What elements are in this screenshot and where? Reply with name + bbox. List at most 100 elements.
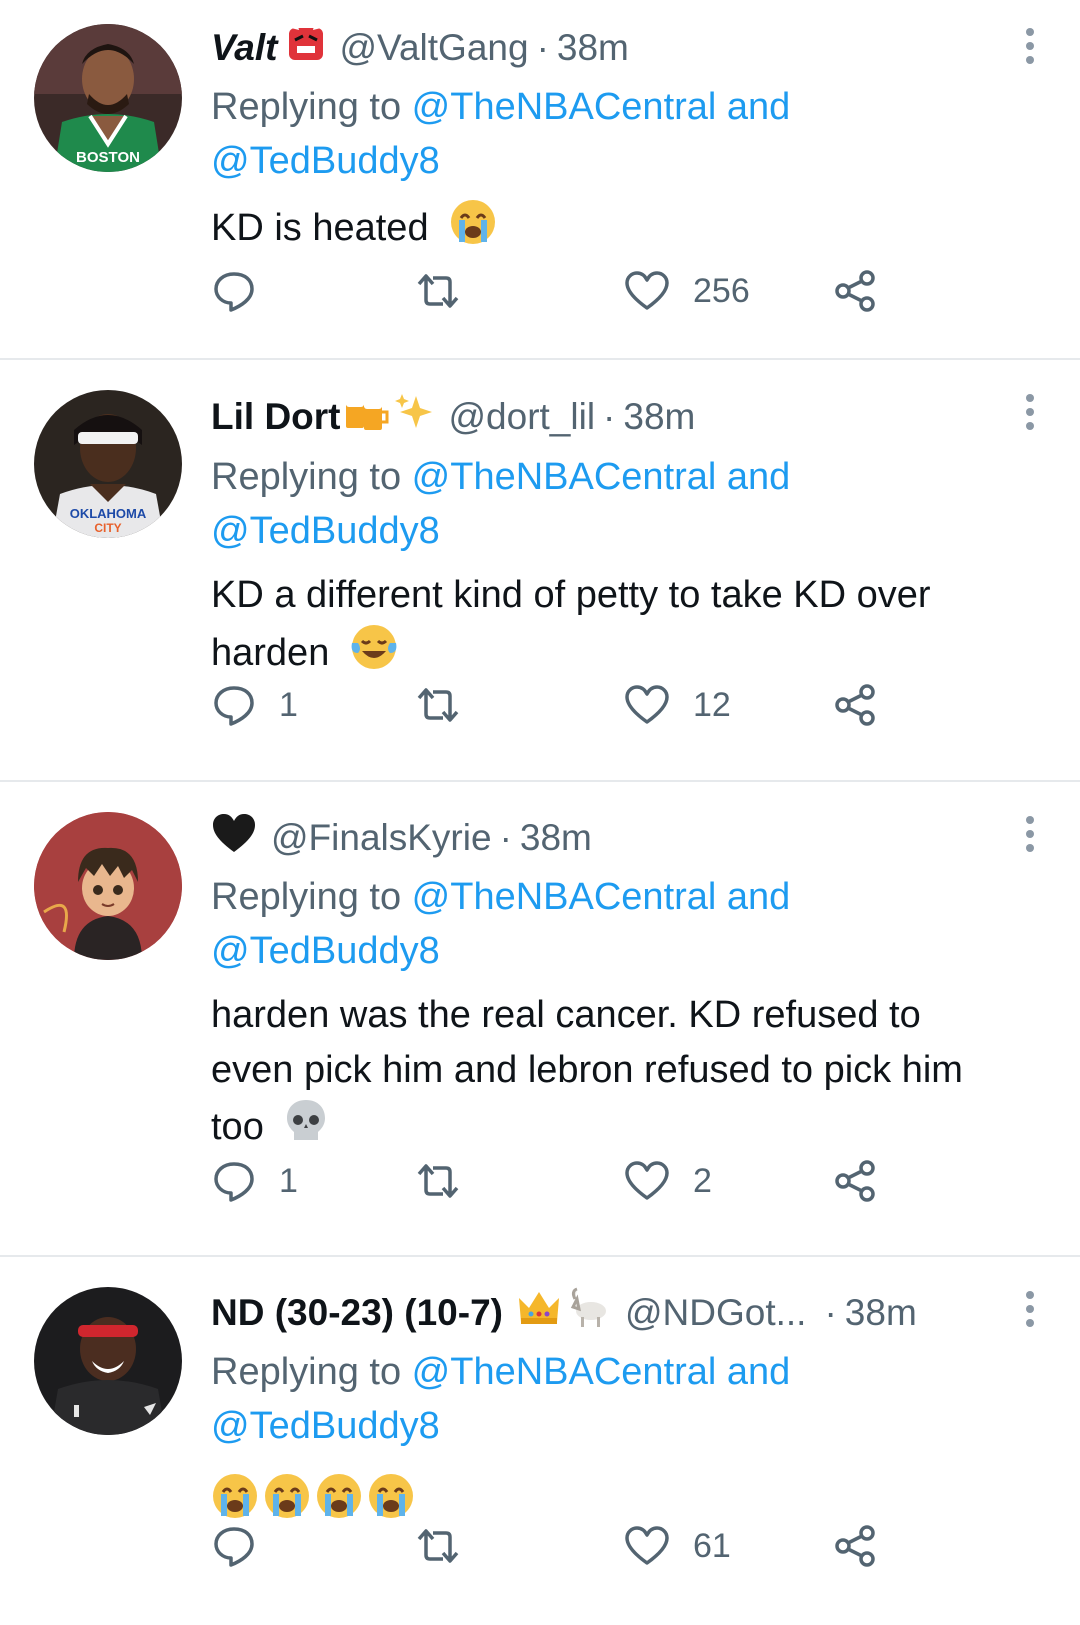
svg-text:CITY: CITY [94, 521, 121, 535]
tweet-text-line: harden [211, 632, 330, 675]
share-button[interactable] [833, 268, 879, 314]
retweet-button[interactable] [413, 1523, 463, 1569]
like-button[interactable]: 256 [623, 268, 750, 314]
tweet-text [211, 1467, 990, 1522]
replying-to-label: Replying to [211, 1351, 412, 1393]
retweet-button[interactable] [413, 268, 463, 314]
avatar[interactable] [34, 812, 182, 960]
reply-icon [214, 686, 254, 726]
more-options-icon[interactable] [1026, 1291, 1036, 1333]
like-button[interactable]: 2 [623, 1158, 712, 1204]
more-options-icon[interactable] [1026, 816, 1036, 858]
like-count: 12 [693, 685, 731, 724]
crying-face-emoji-icon [369, 1473, 413, 1518]
avatar[interactable] [34, 1287, 182, 1435]
reply-mention[interactable]: @TheNBACentral and [412, 456, 791, 498]
timestamp[interactable]: 38m [845, 1291, 917, 1335]
replying-to: Replying to @TheNBACentral and @TedBuddy… [211, 450, 1040, 558]
retweet-icon [417, 1529, 459, 1563]
goat-emoji-icon [567, 1287, 611, 1339]
svg-text:BOSTON: BOSTON [76, 149, 140, 166]
tweet[interactable]: BOSTON Valt @ValtGang · 38m Replying to … [0, 0, 1080, 360]
tweet-text: KD a different kind of petty to take KD … [211, 568, 1040, 687]
reply-button[interactable]: 1 [211, 682, 298, 728]
reply-count: 1 [279, 685, 298, 724]
separator-dot: · [824, 1292, 837, 1333]
goblin-emoji-icon [287, 22, 325, 74]
like-icon [625, 1161, 669, 1200]
reply-mention[interactable]: @TheNBACentral and [412, 876, 791, 918]
user-handle[interactable]: @dort_lil [448, 395, 595, 439]
timestamp[interactable]: 38m [557, 26, 629, 70]
black-heart-emoji-icon [211, 812, 257, 864]
separator-dot: · [603, 396, 616, 437]
like-icon [625, 1526, 669, 1565]
tweet-text: harden was the real cancer. KD refused t… [211, 988, 1040, 1160]
retweet-icon [417, 1164, 459, 1198]
reply-mention[interactable]: @TedBuddy8 [211, 510, 440, 552]
tweet-text-line: even pick him and lebron refused to pick… [211, 1049, 963, 1091]
separator-dot: · [536, 27, 549, 68]
retweet-icon [417, 688, 459, 722]
reply-mention[interactable]: @TedBuddy8 [211, 140, 440, 182]
like-button[interactable]: 12 [623, 682, 731, 728]
crying-face-emoji-icon [265, 1473, 309, 1518]
replying-to-label: Replying to [211, 86, 412, 128]
replying-to: Replying to @TheNBACentral and @TedBuddy… [211, 1345, 990, 1453]
tweet[interactable]: @FinalsKyrie · 38m Replying to @TheNBACe… [0, 782, 1080, 1257]
reply-mention[interactable]: @TedBuddy8 [211, 930, 440, 972]
share-icon [835, 684, 875, 726]
display-name[interactable]: ND (30-23) (10-7) [211, 1291, 503, 1335]
timestamp[interactable]: 38m [520, 816, 592, 860]
retweet-button[interactable] [413, 1158, 463, 1204]
timestamp[interactable]: 38m [623, 395, 695, 439]
reply-button[interactable] [211, 268, 279, 314]
separator-dot: · [499, 817, 512, 858]
reply-mention[interactable]: @TheNBACentral and [412, 1351, 791, 1393]
svg-text:OKLAHOMA: OKLAHOMA [70, 506, 147, 521]
retweet-button[interactable] [413, 682, 463, 728]
more-options-icon[interactable] [1026, 28, 1036, 70]
like-icon [625, 271, 669, 310]
like-icon [625, 685, 669, 724]
share-button[interactable] [833, 1523, 879, 1569]
tweet-text-line: KD a different kind of petty to take KD … [211, 574, 931, 616]
reply-mention[interactable]: @TedBuddy8 [211, 1405, 440, 1447]
reply-mention[interactable]: @TheNBACentral and [412, 86, 791, 128]
share-icon [835, 1525, 875, 1567]
user-handle[interactable]: @FinalsKyrie [271, 816, 492, 860]
tweet-text-line: too [211, 1106, 264, 1149]
more-options-icon[interactable] [1026, 394, 1036, 436]
tweet[interactable]: ND (30-23) (10-7) @NDGot... · 38m Replyi… [0, 1257, 1080, 1625]
reply-button[interactable]: 1 [211, 1158, 298, 1204]
share-button[interactable] [833, 682, 879, 728]
crying-face-emoji-icon [449, 198, 497, 262]
tweet-text-line: harden was the real cancer. KD refused t… [211, 994, 921, 1036]
tweet[interactable]: OKLAHOMA CITY Lil Dort @dort_lil · 38m R… [0, 360, 1080, 782]
like-count: 256 [693, 271, 750, 310]
avatar[interactable]: BOSTON [34, 24, 182, 172]
user-handle[interactable]: @NDGot... [625, 1291, 806, 1335]
crying-face-emoji-icon [213, 1473, 257, 1518]
user-handle[interactable]: @ValtGang [339, 26, 528, 70]
avatar[interactable]: OKLAHOMA CITY [34, 390, 182, 538]
replying-to-label: Replying to [211, 456, 412, 498]
share-icon [835, 1160, 875, 1202]
like-count: 2 [693, 1161, 712, 1200]
like-count: 61 [693, 1526, 731, 1565]
share-button[interactable] [833, 1158, 879, 1204]
crown-emoji-icon [517, 1288, 561, 1338]
beer-mugs-emoji-icon [342, 390, 390, 444]
reply-button[interactable] [211, 1523, 279, 1569]
like-button[interactable]: 61 [623, 1523, 731, 1569]
skull-emoji-icon [284, 1098, 328, 1160]
sparkles-emoji-icon [394, 392, 434, 442]
reply-icon [214, 1162, 254, 1202]
display-name[interactable]: Lil Dort [211, 395, 340, 439]
display-name[interactable]: Valt [211, 26, 277, 70]
tweet-text-line: KD is heated [211, 207, 429, 250]
retweet-icon [417, 274, 459, 308]
tweet-text: KD is heated [211, 198, 1040, 262]
replying-to: Replying to @TheNBACentral and @TedBuddy… [211, 80, 1040, 188]
tears-of-joy-emoji-icon [350, 623, 398, 687]
